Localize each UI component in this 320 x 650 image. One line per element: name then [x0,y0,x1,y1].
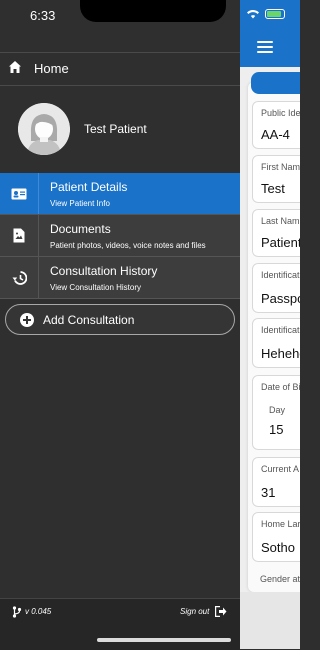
menu-item-consultation-history[interactable]: Consultation History View Consultation H… [0,257,240,299]
add-consultation-label: Add Consultation [43,313,135,327]
wifi-icon [247,10,259,19]
drawer-footer: v 0.045 Sign out [0,598,240,650]
field-value: Hehehe [261,346,300,361]
menu-item-patient-details[interactable]: Patient Details View Patient Info [0,173,240,215]
history-icon [12,270,27,285]
document-icon [13,228,25,243]
home-menu-item[interactable]: Home [0,52,240,86]
branch-icon [12,606,22,618]
identification-type-field[interactable]: Identificat Passpo [252,263,300,313]
status-icons [246,9,285,19]
field-label: First Nam [261,162,300,172]
hamburger-menu-icon[interactable] [257,41,273,53]
avatar [18,103,70,155]
id-card-icon [11,188,27,199]
add-consultation-button[interactable]: Add Consultation [5,304,235,335]
menu-item-subtitle: View Patient Info [50,199,110,208]
status-time: 6:33 [30,8,56,23]
field-label: Date of Bi [261,382,300,392]
home-icon [9,61,21,73]
day-value: 15 [269,422,284,437]
field-label: Current A [261,464,300,474]
top-action-button[interactable] [251,72,300,94]
field-label: Home Lar [261,519,300,529]
menu-icon-cell [0,173,39,214]
first-name-field[interactable]: First Nam Test [252,155,300,203]
sign-out-icon[interactable] [215,606,227,617]
navigation-drawer: 6:33 Home Test Patient Patient Details V… [0,0,240,650]
menu-item-subtitle: Patient photos, videos, voice notes and … [50,241,206,250]
app-bottom-bar [240,592,300,649]
date-of-birth-field[interactable]: Date of Bi Day 15 [252,375,300,450]
menu-icon-cell [0,257,39,298]
field-label: Identificat [261,270,300,280]
menu-item-title: Consultation History [50,264,158,278]
patient-name: Test Patient [84,122,147,136]
menu-item-subtitle: View Consultation History [50,283,142,292]
field-value: 31 [261,485,276,500]
home-indicator [97,638,231,642]
public-id-field[interactable]: Public Ide AA-4 [252,101,300,149]
battery-icon [265,9,285,19]
menu-item-title: Patient Details [50,180,128,194]
field-label: Gender at [260,574,300,584]
menu-icon-cell [0,215,39,256]
device-notch [80,0,226,22]
field-value: Sotho [261,540,295,555]
app-version: v 0.045 [25,607,52,616]
field-value: Test [261,181,285,196]
background-app: Public Ide AA-4 First Nam Test Last Nam … [240,0,300,649]
field-label: Last Nam [261,216,300,226]
plus-circle-icon [20,313,34,327]
menu-item-documents[interactable]: Documents Patient photos, videos, voice … [0,215,240,257]
app-header [240,0,300,67]
field-value: Patient [261,235,300,250]
field-label: Public Ide [261,108,300,118]
patient-profile: Test Patient [0,85,240,173]
field-value: AA-4 [261,127,290,142]
last-name-field[interactable]: Last Nam Patient [252,209,300,257]
home-label: Home [34,61,69,76]
day-label: Day [269,405,286,415]
sign-out-link[interactable]: Sign out [180,607,209,616]
person-avatar-icon [18,103,70,155]
field-label: Identificat [261,325,300,335]
identification-number-field[interactable]: Identificat Hehehe [252,318,300,368]
home-language-field[interactable]: Home Lar Sotho [252,512,300,562]
field-value: Passpo [261,291,300,306]
current-age-field[interactable]: Current A 31 [252,457,300,507]
menu-item-title: Documents [50,222,111,236]
